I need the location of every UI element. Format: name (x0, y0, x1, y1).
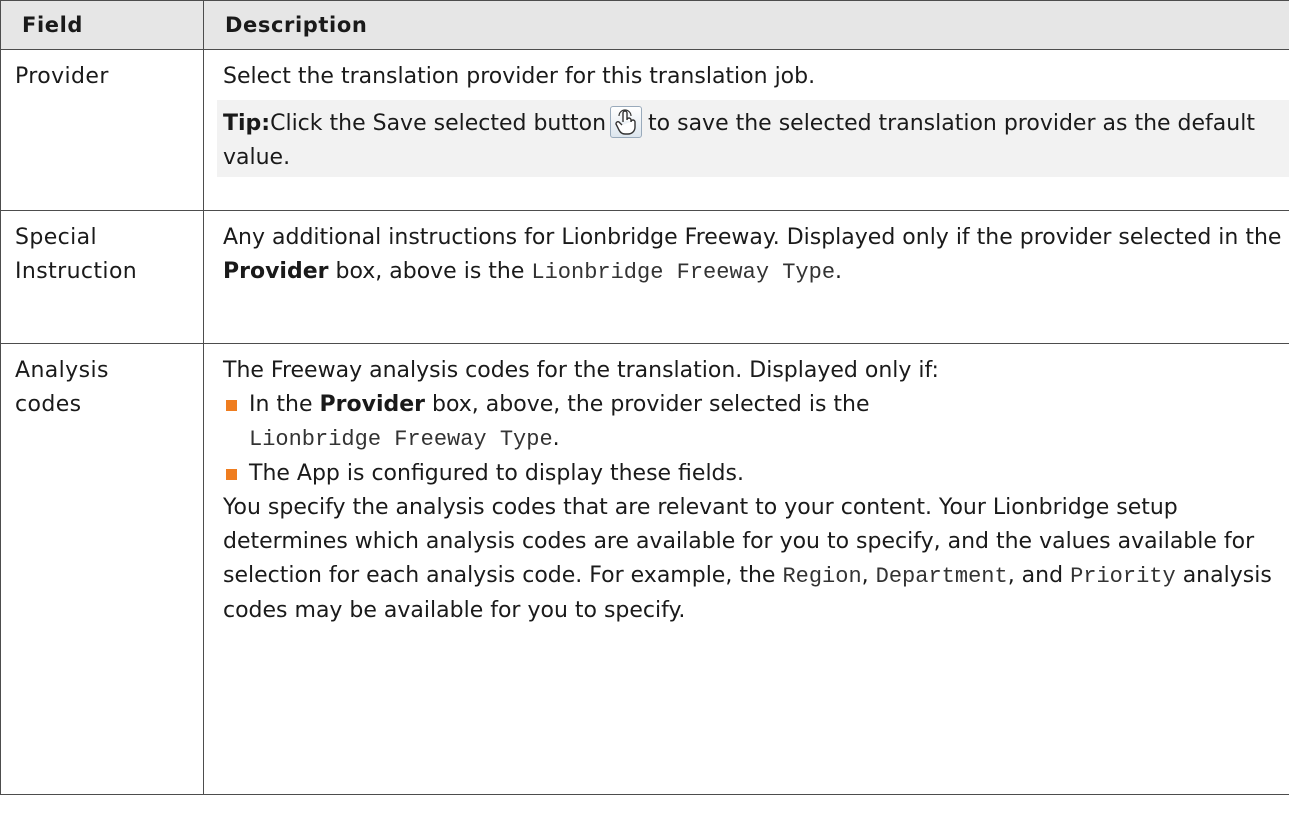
description-text: Select the translation provider for this… (223, 64, 816, 89)
description-text: . (835, 259, 843, 284)
field-name-line: codes (15, 392, 82, 417)
bullet-icon (226, 469, 237, 480)
list-item: The App is configured to display these f… (223, 457, 1283, 491)
bullet-text: The App is configured to display these f… (249, 461, 744, 486)
bullet-text: In the (249, 392, 313, 417)
bullet-icon (226, 400, 237, 411)
provider-type-code: Lionbridge Freeway Type (249, 427, 553, 452)
tip-box: Tip:Click the Save selected button to sav… (217, 100, 1289, 177)
tip-label: Tip: (223, 111, 271, 136)
table-row: Provider Select the translation provider… (0, 49, 1289, 211)
field-name-line: Analysis (15, 358, 109, 383)
field-name-analysis-codes: Analysis codes (0, 343, 204, 795)
description-analysis-codes: The Freeway analysis codes for the trans… (203, 343, 1289, 795)
header-field: Field (0, 0, 204, 50)
field-name-special-instruction: Special Instruction (0, 210, 204, 344)
field-description-table: Field Description Provider Select the tr… (0, 0, 1289, 795)
bullet-text: box, above, the provider selected is the (432, 392, 870, 417)
table-header-row: Field Description (0, 0, 1289, 50)
field-name-line: Instruction (15, 259, 138, 284)
description-text: box, above is the (335, 259, 525, 284)
table-row: Analysis codes The Freeway analysis code… (0, 343, 1289, 795)
bullet-text: . (552, 426, 560, 451)
tip-text: Click the Save selected button (270, 111, 607, 136)
description-text: Any additional instructions for Lionbrid… (223, 225, 1282, 250)
paragraph-text: , (861, 563, 869, 588)
table-row: Special Instruction Any additional instr… (0, 210, 1289, 344)
description-paragraph: You specify the analysis codes that are … (223, 491, 1283, 628)
department-code: Department (875, 564, 1008, 589)
description-text: The Freeway analysis codes for the trans… (223, 358, 939, 383)
paragraph-text: , and (1007, 563, 1064, 588)
bullet-list: In the Provider box, above, the provider… (223, 388, 1283, 491)
hand-pointer-icon (610, 106, 643, 138)
list-item: In the Provider box, above, the provider… (223, 388, 1283, 457)
header-description: Description (203, 0, 1289, 50)
provider-bold-term: Provider (223, 259, 329, 284)
provider-bold-term: Provider (319, 392, 426, 417)
region-code: Region (782, 564, 862, 589)
provider-type-code: Lionbridge Freeway Type (531, 260, 836, 285)
priority-code: Priority (1070, 564, 1176, 589)
description-provider: Select the translation provider for this… (203, 49, 1289, 211)
field-name-line: Special (15, 225, 98, 250)
field-name-provider: Provider (0, 49, 204, 211)
description-special-instruction: Any additional instructions for Lionbrid… (203, 210, 1289, 344)
